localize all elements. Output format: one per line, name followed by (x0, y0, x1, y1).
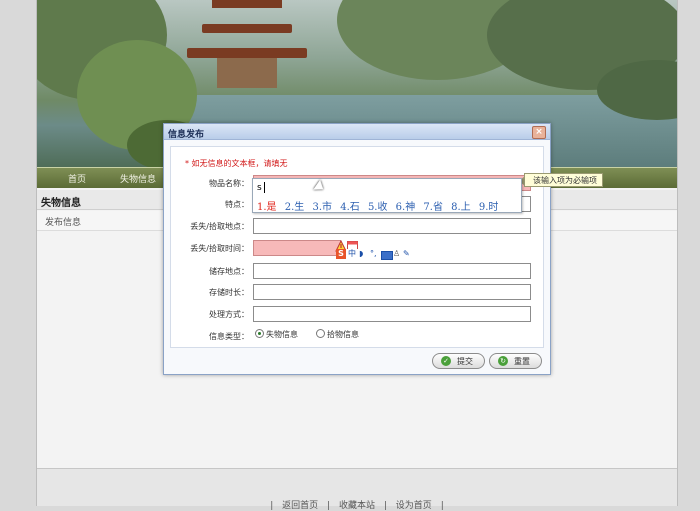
ime-mode-toggle[interactable]: 中 (348, 249, 356, 259)
refresh-icon: ↻ (498, 356, 508, 366)
ime-candidate[interactable]: 4.石 (340, 202, 360, 213)
footer-link-home[interactable]: 返回首页 (282, 501, 318, 511)
ime-settings-icon[interactable]: ✎ (403, 249, 410, 259)
close-icon[interactable]: × (532, 126, 546, 139)
submit-button[interactable]: ✓ 提交 (432, 353, 485, 369)
form-row-storage-duration: 存储时长： (171, 284, 543, 300)
nav-home[interactable]: 首页 (68, 172, 86, 185)
dialog-titlebar[interactable]: 信息发布 × (164, 124, 550, 140)
place-input[interactable] (253, 218, 531, 234)
ime-candidate[interactable]: 6.神 (396, 202, 416, 213)
footer-separator: | (383, 501, 387, 511)
footer-links: | 返回首页 | 收藏本站 | 设为首页 | (37, 498, 677, 511)
ime-candidate-window: s 1.是 2.生 3.市 4.石 5.收 6.神 7.省 8.上 9.时 (252, 178, 522, 213)
footer-link-bookmark[interactable]: 收藏本站 (339, 501, 375, 511)
footer: | 返回首页 | 收藏本站 | 设为首页 | (37, 468, 677, 511)
storage-duration-input[interactable] (253, 284, 531, 300)
section-title: 失物信息 (41, 198, 81, 209)
form-row-handling: 处理方式： (171, 306, 543, 322)
form-row-storage-place: 储存地点： (171, 263, 543, 279)
ime-candidate[interactable]: 7.省 (423, 202, 443, 213)
form-row-place: 丢失/拾取地点： (171, 218, 543, 234)
ime-punct-icon[interactable]: °, (370, 249, 377, 259)
check-icon: ✓ (441, 356, 451, 366)
dialog-title: 信息发布 (168, 130, 205, 140)
ime-composition: s (257, 183, 262, 193)
footer-separator: | (327, 501, 331, 511)
publish-info-link[interactable]: 发布信息 (45, 215, 81, 228)
ime-candidate[interactable]: 3.市 (312, 202, 332, 213)
ime-candidate[interactable]: 8.上 (451, 202, 471, 213)
type-label: 信息类型： (209, 332, 249, 341)
ime-candidate[interactable]: 1.是 (257, 202, 277, 213)
type-found-label[interactable]: 拾物信息 (327, 329, 359, 340)
reset-label: 重置 (514, 357, 530, 366)
submit-label: 提交 (457, 357, 473, 366)
place-label: 丢失/拾取地点： (190, 222, 249, 231)
required-tooltip: 该输入项为必输项 (519, 173, 603, 187)
type-lost-label[interactable]: 失物信息 (266, 329, 298, 340)
ime-logo-icon[interactable]: S (336, 249, 346, 259)
form-notice: * 如无信息的文本框，请填无 (185, 159, 288, 168)
footer-link-set-home[interactable]: 设为首页 (396, 501, 432, 511)
storage-place-input[interactable] (253, 263, 531, 279)
type-lost-radio[interactable] (255, 329, 264, 338)
ime-candidate-list: 1.是 2.生 3.市 4.石 5.收 6.神 7.省 8.上 9.时 (257, 198, 503, 213)
ime-user-icon[interactable]: ♙ (393, 249, 400, 259)
storage-place-label: 储存地点： (209, 267, 249, 276)
form-row-type: 信息类型： 失物信息 拾物信息 (171, 328, 543, 344)
ime-candidate[interactable]: 2.生 (285, 202, 305, 213)
item-name-label: 物品名称： (209, 179, 249, 188)
storage-duration-label: 存储时长： (209, 288, 249, 297)
ime-candidate[interactable]: 5.收 (368, 202, 388, 213)
time-input[interactable] (253, 240, 341, 256)
reset-button[interactable]: ↻ 重置 (489, 353, 542, 369)
ime-caret (264, 182, 265, 193)
handling-label: 处理方式： (209, 310, 249, 319)
ime-moon-icon[interactable]: ◗ (359, 249, 363, 259)
features-label: 特点： (225, 200, 249, 209)
type-found-radio[interactable] (316, 329, 325, 338)
ime-toolbar: S 中 ◗ °, ♙ ✎ (336, 249, 414, 260)
ime-keyboard-icon[interactable] (381, 251, 393, 260)
footer-separator: | (270, 501, 274, 511)
handling-input[interactable] (253, 306, 531, 322)
time-label: 丢失/拾取时间： (190, 244, 249, 253)
nav-lost-info[interactable]: 失物信息 (120, 172, 156, 185)
dialog-form: * 如无信息的文本框，请填无 物品名称： X 特点： 丢失/拾取地点： 丢失/拾… (170, 146, 544, 348)
ime-candidate[interactable]: 9.时 (479, 202, 499, 213)
footer-separator: | (440, 501, 444, 511)
